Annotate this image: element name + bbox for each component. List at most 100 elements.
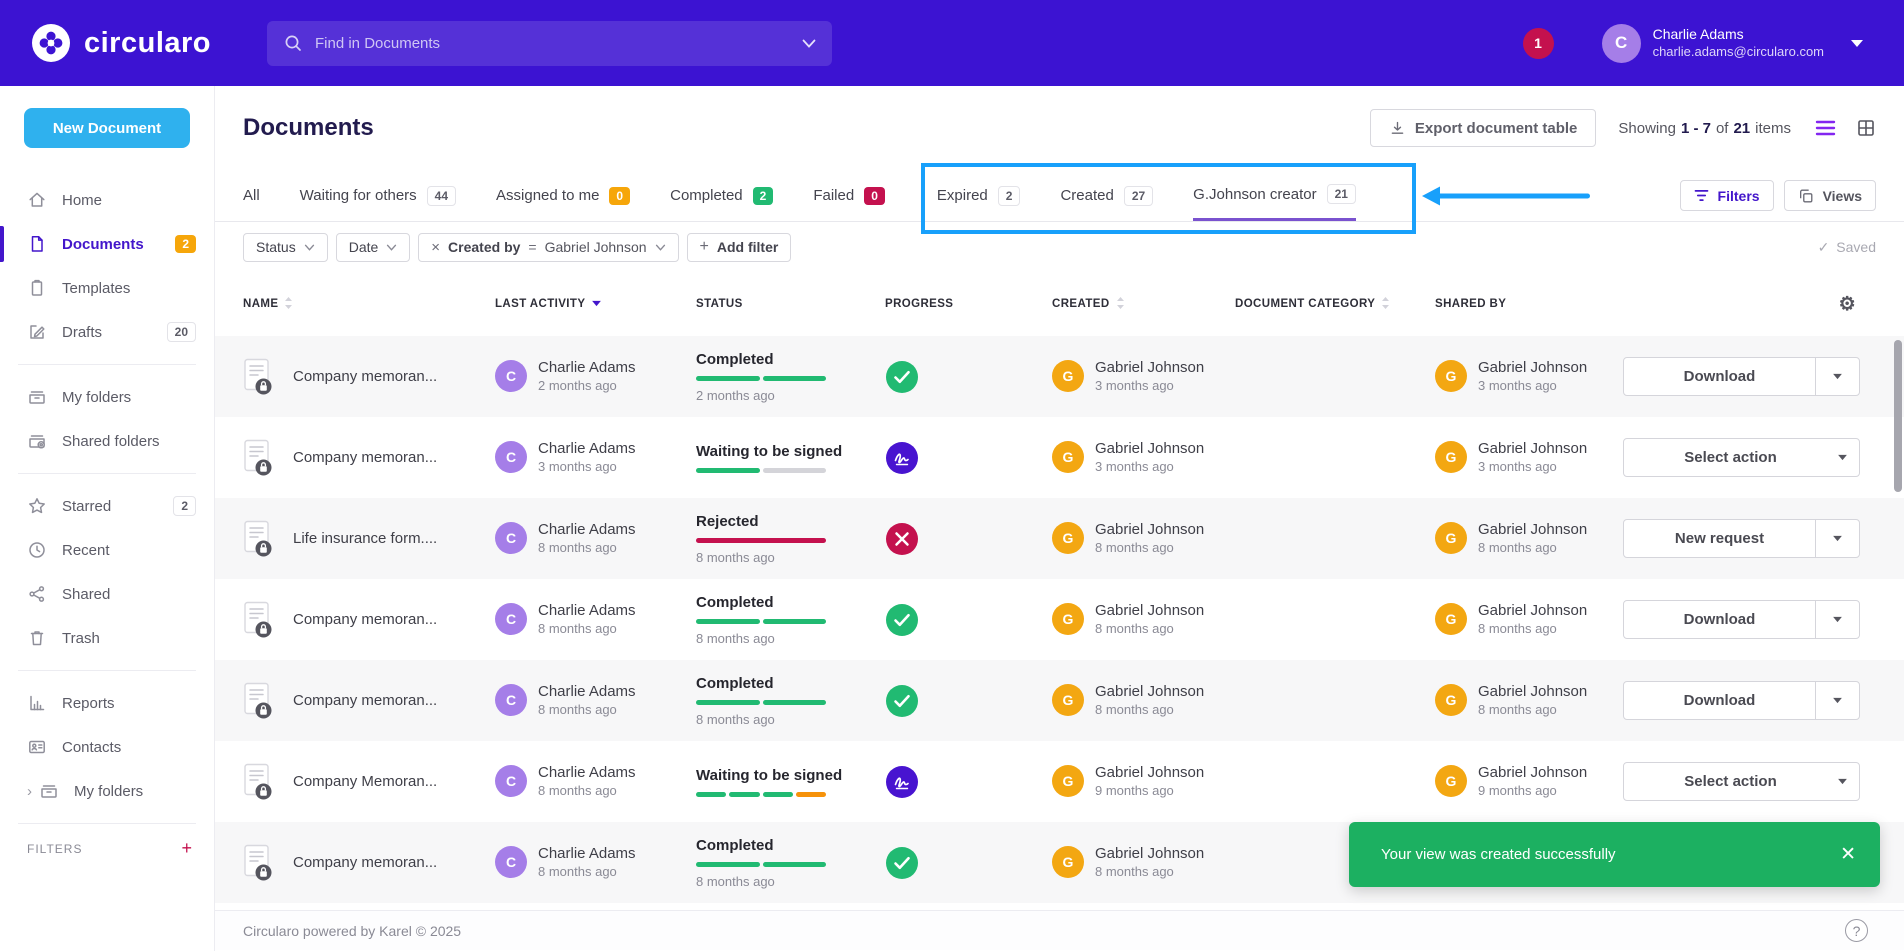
document-name[interactable]: Company memoran...	[293, 611, 437, 628]
created-by-filter-chip[interactable]: × Created by = Gabriel Johnson	[418, 233, 678, 262]
column-header-name[interactable]: NAME	[243, 296, 495, 313]
sidebar-item-shared[interactable]: Shared	[0, 572, 214, 616]
list-view-icon[interactable]	[1815, 119, 1836, 137]
sidebar-item-drafts[interactable]: Drafts20	[0, 310, 214, 354]
tab-completed[interactable]: Completed2	[670, 170, 773, 221]
filter-icon	[1694, 189, 1709, 202]
table-row[interactable]: Company memoran...CCharlie Adams8 months…	[215, 660, 1904, 741]
tab-all[interactable]: All	[243, 170, 260, 221]
action-label: Download	[1624, 682, 1815, 719]
sidebar-divider	[18, 670, 196, 671]
column-header-document-category[interactable]: DOCUMENT CATEGORY	[1235, 296, 1435, 313]
documents-table: Company memoran...CCharlie Adams2 months…	[215, 336, 1904, 903]
sidebar-item-label: Trash	[62, 630, 196, 647]
add-filter-plus-icon[interactable]: +	[181, 838, 192, 859]
column-header-created[interactable]: CREATED	[1052, 296, 1235, 313]
plus-icon: +	[700, 238, 709, 256]
document-name[interactable]: Company memoran...	[293, 449, 437, 466]
sidebar-item-contacts[interactable]: Contacts	[0, 725, 214, 769]
tab-created[interactable]: Created27	[1060, 170, 1153, 221]
document-name[interactable]: Company memoran...	[293, 368, 437, 385]
locked-document-icon	[243, 358, 275, 396]
count-badge: 2	[998, 186, 1021, 206]
completed-status-icon	[885, 360, 919, 394]
sidebar-item-templates[interactable]: Templates	[0, 266, 214, 310]
sidebar-item-starred[interactable]: Starred2	[0, 484, 214, 528]
chevron-down-icon[interactable]	[1815, 358, 1859, 395]
sort-icon[interactable]	[284, 296, 293, 313]
avatar: G	[1435, 522, 1467, 554]
close-toast-icon[interactable]: ✕	[1840, 843, 1856, 866]
table-row[interactable]: Company Memoran...CCharlie Adams8 months…	[215, 741, 1904, 822]
progress-bar	[696, 376, 826, 381]
sidebar-item-trash[interactable]: Trash	[0, 616, 214, 660]
chevron-down-icon[interactable]	[1815, 601, 1859, 638]
row-action-select-action-button[interactable]: Select action	[1623, 438, 1860, 477]
row-action-download-button[interactable]: Download	[1623, 681, 1860, 720]
chevron-down-icon	[386, 244, 397, 251]
table-settings-gear-icon[interactable]: ⚙	[1839, 295, 1856, 314]
chevron-down-icon[interactable]	[1815, 682, 1859, 719]
document-name[interactable]: Life insurance form....	[293, 530, 437, 547]
global-search[interactable]	[267, 21, 832, 66]
new-document-button[interactable]: New Document	[24, 108, 190, 148]
grid-view-icon[interactable]	[1856, 118, 1876, 138]
vertical-scrollbar[interactable]	[1894, 340, 1902, 492]
document-name[interactable]: Company Memoran...	[293, 773, 437, 790]
sidebar-item-my-folders[interactable]: ›My folders	[0, 769, 214, 813]
brand[interactable]: circularo	[30, 22, 211, 64]
row-action-new-request-button[interactable]: New request	[1623, 519, 1860, 558]
avatar: G	[1435, 765, 1467, 797]
column-header-status[interactable]: STATUS	[696, 298, 885, 310]
tab-failed[interactable]: Failed0	[813, 170, 885, 221]
table-row[interactable]: Company memoran...CCharlie Adams3 months…	[215, 417, 1904, 498]
person-name: Gabriel Johnson	[1478, 682, 1587, 702]
views-button[interactable]: Views	[1784, 180, 1876, 211]
table-row[interactable]: Company memoran...CCharlie Adams8 months…	[215, 579, 1904, 660]
chart-icon	[27, 693, 47, 713]
sort-icon[interactable]	[1116, 296, 1125, 313]
sort-icon[interactable]	[1381, 296, 1390, 313]
tab-waiting-for-others[interactable]: Waiting for others44	[300, 170, 456, 221]
search-input[interactable]	[315, 35, 802, 52]
search-scope-caret-icon[interactable]	[802, 39, 816, 48]
sidebar-item-my-folders[interactable]: My folders	[0, 375, 214, 419]
sidebar-item-documents[interactable]: Documents2	[0, 222, 214, 266]
tab-label: G.Johnson creator	[1193, 186, 1316, 203]
table-row[interactable]: Life insurance form....CCharlie Adams8 m…	[215, 498, 1904, 579]
column-header-last-activity[interactable]: LAST ACTIVITY	[495, 298, 696, 310]
sidebar-item-recent[interactable]: Recent	[0, 528, 214, 572]
tab-expired[interactable]: Expired2	[937, 170, 1021, 221]
document-name[interactable]: Company memoran...	[293, 692, 437, 709]
filters-button[interactable]: Filters	[1680, 180, 1774, 211]
locked-document-icon	[243, 682, 275, 720]
status-filter-dropdown[interactable]: Status	[243, 233, 328, 262]
chevron-down-icon[interactable]	[1825, 439, 1859, 476]
status-cell: Completed8 months ago	[696, 594, 885, 646]
sidebar-item-home[interactable]: Home	[0, 178, 214, 222]
row-action-download-button[interactable]: Download	[1623, 357, 1860, 396]
add-filter-button[interactable]: + Add filter	[687, 233, 792, 262]
column-header-shared-by[interactable]: SHARED BY	[1435, 298, 1621, 310]
date-filter-dropdown[interactable]: Date	[336, 233, 411, 262]
sidebar-item-shared-folders[interactable]: Shared folders	[0, 419, 214, 463]
user-menu[interactable]: C Charlie Adams charlie.adams@circularo.…	[1602, 24, 1864, 63]
sidebar-item-reports[interactable]: Reports	[0, 681, 214, 725]
column-header-progress[interactable]: PROGRESS	[885, 298, 1052, 310]
chevron-down-icon[interactable]	[1825, 763, 1859, 800]
tab-assigned-to-me[interactable]: Assigned to me0	[496, 170, 630, 221]
person-time: 8 months ago	[1095, 864, 1204, 881]
document-name[interactable]: Company memoran...	[293, 854, 437, 871]
person-time: 8 months ago	[1095, 702, 1204, 719]
chevron-down-icon[interactable]	[1815, 520, 1859, 557]
sort-desc-icon[interactable]	[591, 298, 602, 310]
tab-g-johnson-creator[interactable]: G.Johnson creator21	[1193, 170, 1356, 221]
help-button[interactable]: ?	[1845, 919, 1868, 942]
notification-badge[interactable]: 1	[1523, 28, 1554, 59]
remove-filter-icon[interactable]: ×	[431, 239, 440, 256]
created-cell: GGabriel Johnson8 months ago	[1052, 520, 1235, 556]
row-action-download-button[interactable]: Download	[1623, 600, 1860, 639]
table-row[interactable]: Company memoran...CCharlie Adams2 months…	[215, 336, 1904, 417]
row-action-select-action-button[interactable]: Select action	[1623, 762, 1860, 801]
export-document-table-button[interactable]: Export document table	[1370, 109, 1597, 147]
